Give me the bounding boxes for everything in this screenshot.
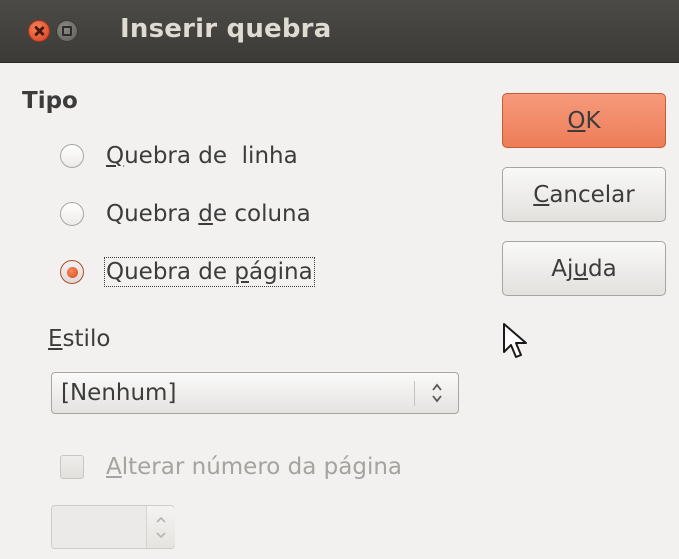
radio-page-break-indicator[interactable] — [60, 260, 84, 284]
page-number-spin-buttons[interactable] — [146, 506, 175, 548]
cancel-button[interactable]: Cancelar — [502, 167, 666, 222]
style-select[interactable]: [Nenhum] — [51, 372, 459, 414]
change-page-number-row[interactable]: Alterar número da página — [60, 451, 402, 483]
close-window-icon[interactable] — [28, 20, 50, 42]
radio-column-break[interactable]: Quebra de coluna — [60, 197, 311, 231]
change-page-number-checkbox[interactable] — [60, 455, 84, 479]
title-bar[interactable]: Inserir quebra — [0, 0, 679, 63]
insert-break-dialog: Inserir quebra Tipo Quebra de linha Queb… — [0, 0, 679, 559]
style-select-value: [Nenhum] — [61, 380, 177, 406]
radio-column-break-label[interactable]: Quebra de coluna — [106, 201, 311, 227]
page-number-spinbox[interactable] — [51, 505, 175, 549]
help-button[interactable]: Aj u da — [502, 241, 666, 296]
radio-line-break-indicator[interactable] — [60, 144, 84, 168]
radio-line-break-label[interactable]: Quebra de linha — [106, 143, 298, 169]
style-select-separator — [414, 381, 415, 406]
window-title: Inserir quebra — [120, 14, 332, 44]
updown-arrows-icon — [432, 383, 442, 403]
radio-page-break[interactable]: Quebra de página — [60, 255, 315, 289]
radio-column-break-indicator[interactable] — [60, 202, 84, 226]
ok-button[interactable]: OK — [502, 93, 666, 148]
spin-updown-icon — [156, 516, 166, 539]
mouse-pointer-icon — [503, 323, 527, 358]
estilo-label: Estilo — [48, 326, 111, 352]
tipo-group-label: Tipo — [22, 88, 78, 114]
maximize-window-icon[interactable] — [56, 20, 78, 42]
radio-page-break-label[interactable]: Quebra de página — [104, 257, 315, 287]
radio-line-break[interactable]: Quebra de linha — [60, 139, 298, 173]
page-number-field[interactable] — [52, 506, 146, 548]
change-page-number-label[interactable]: Alterar número da página — [106, 454, 402, 480]
